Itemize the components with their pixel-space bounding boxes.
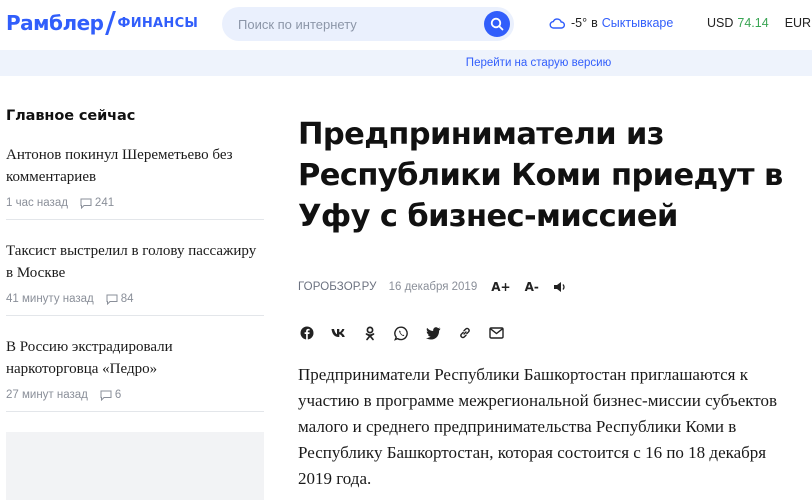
old-version-bar: Перейти на старую версию xyxy=(0,50,812,76)
comment-icon xyxy=(80,198,92,209)
share-copy-link[interactable] xyxy=(456,324,474,342)
news-comments[interactable]: 84 xyxy=(106,293,134,305)
font-increase-button[interactable]: A+ xyxy=(491,280,510,294)
currency-code: EUR xyxy=(784,16,812,30)
weather-widget[interactable]: -5° в Сыктывкаре xyxy=(549,16,673,30)
weather-prep: в xyxy=(591,16,598,30)
news-comments-count: 6 xyxy=(114,389,122,401)
weather-temp: -5° xyxy=(571,16,588,30)
news-comments-count: 84 xyxy=(120,293,134,305)
share-vk[interactable] xyxy=(330,324,348,342)
news-comments[interactable]: 241 xyxy=(80,197,114,209)
article-title: Предприниматели из Республики Коми приед… xyxy=(298,117,783,234)
news-meta: 27 минут назад 6 xyxy=(6,389,264,401)
article-meta: ГОРОБЗОР.РУ 16 декабря 2019 A+ A- xyxy=(298,280,567,294)
share-facebook[interactable] xyxy=(298,324,316,342)
vk-icon xyxy=(331,329,345,337)
old-version-link[interactable]: Перейти на старую версию xyxy=(466,50,611,76)
news-comments[interactable]: 6 xyxy=(100,389,121,401)
article: Предприниматели из Республики Коми приед… xyxy=(298,114,798,237)
sidebar-heading: Главное сейчас xyxy=(6,108,136,124)
comment-icon xyxy=(106,294,118,305)
logo-section[interactable]: ФИНАНСЫ xyxy=(118,16,199,31)
news-comments-count: 241 xyxy=(94,197,115,209)
header: Рамблер ФИНАНСЫ -5° в Сыктывкаре USD74.1… xyxy=(0,0,812,50)
email-icon xyxy=(488,327,504,339)
news-item[interactable]: Таксист выстрелил в голову пассажиру в М… xyxy=(6,240,264,316)
copy-link-icon xyxy=(459,327,470,339)
logo[interactable]: Рамблер ФИНАНСЫ xyxy=(6,11,198,35)
news-item[interactable]: Антонов покинул Шереметьево без коммента… xyxy=(6,144,264,220)
listen-button[interactable] xyxy=(553,281,567,293)
currency-code: USD xyxy=(707,16,734,30)
share-whatsapp[interactable] xyxy=(393,324,411,342)
news-list: Антонов покинул Шереметьево без коммента… xyxy=(6,144,264,412)
news-time: 27 минут назад xyxy=(6,389,88,401)
logo-brand[interactable]: Рамблер xyxy=(6,11,104,35)
search-box xyxy=(222,7,514,41)
weather-city-link[interactable]: Сыктывкаре xyxy=(602,16,674,30)
facebook-icon xyxy=(300,326,314,340)
news-title[interactable]: Таксист выстрелил в голову пассажиру в М… xyxy=(6,240,264,284)
currency-rates[interactable]: USD 74.14 EUR xyxy=(707,16,812,30)
speaker-icon xyxy=(553,282,565,292)
share-email[interactable] xyxy=(487,324,505,342)
ad-placeholder xyxy=(6,432,264,500)
odnoklassniki-icon xyxy=(365,326,375,340)
news-time: 1 час назад xyxy=(6,197,68,209)
search-button[interactable] xyxy=(484,11,510,37)
search-icon xyxy=(490,17,504,31)
currency-value: 74.14 xyxy=(737,16,769,30)
article-date: 16 декабря 2019 xyxy=(388,281,478,293)
news-title[interactable]: Антонов покинул Шереметьево без коммента… xyxy=(6,144,264,188)
news-meta: 1 час назад 241 xyxy=(6,197,264,209)
logo-slash xyxy=(104,11,116,35)
news-item[interactable]: В Россию экстрадировали наркоторговца «П… xyxy=(6,336,264,412)
sidebar: Главное сейчас Антонов покинул Шереметье… xyxy=(6,108,264,432)
whatsapp-icon xyxy=(394,326,408,341)
news-time: 41 минуту назад xyxy=(6,293,94,305)
share-bar xyxy=(298,324,519,342)
font-decrease-button[interactable]: A- xyxy=(525,280,539,294)
article-source[interactable]: ГОРОБЗОР.РУ xyxy=(298,281,377,293)
article-lead: Предприниматели Республики Башкортостан … xyxy=(298,365,778,488)
twitter-icon xyxy=(425,326,440,339)
share-twitter[interactable] xyxy=(424,324,442,342)
share-odnoklassniki[interactable] xyxy=(361,324,379,342)
comment-icon xyxy=(100,390,112,401)
search-input[interactable] xyxy=(222,7,488,41)
news-meta: 41 минуту назад 84 xyxy=(6,293,264,305)
font-increase-icon: A+ xyxy=(491,280,511,294)
currency-usd[interactable]: USD 74.14 xyxy=(707,16,769,30)
cloud-icon xyxy=(549,17,565,29)
news-title[interactable]: В Россию экстрадировали наркоторговца «П… xyxy=(6,336,264,380)
font-decrease-icon: A- xyxy=(524,280,539,294)
currency-eur[interactable]: EUR xyxy=(785,16,812,30)
